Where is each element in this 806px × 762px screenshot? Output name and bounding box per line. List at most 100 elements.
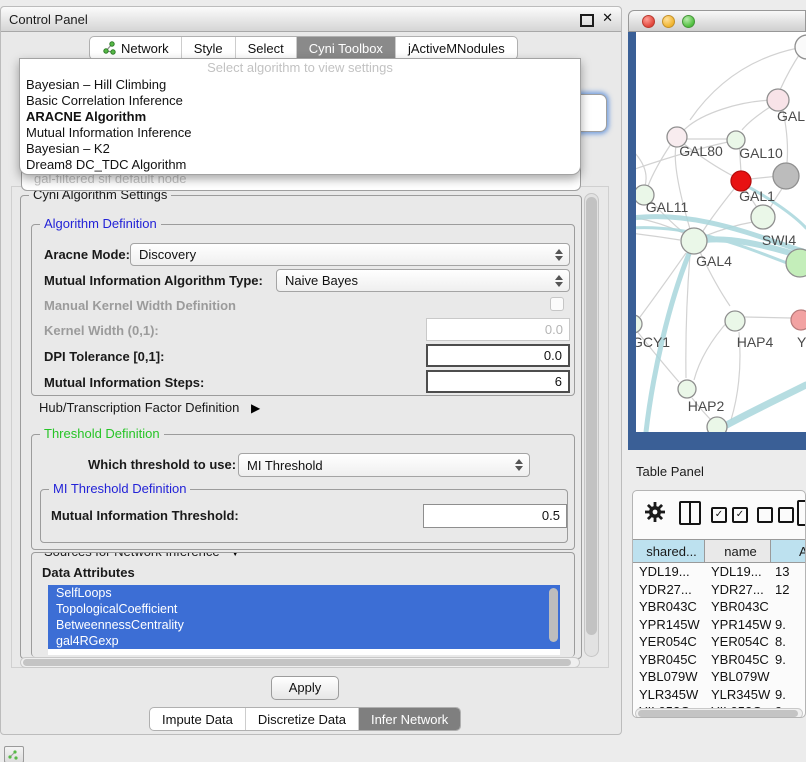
which-threshold-combo[interactable]: MI Threshold: [238, 453, 530, 477]
split-columns-icon[interactable]: [679, 501, 701, 525]
dropdown-item-mutual-information[interactable]: Mutual Information Inference: [20, 125, 580, 141]
close-icon[interactable]: ✕: [602, 10, 613, 26]
cell-shared-name: YLR345W: [633, 687, 705, 702]
node-gal1[interactable]: [751, 205, 775, 229]
table-row[interactable]: YBR043C YBR043C: [633, 598, 806, 616]
tab-discretize-data[interactable]: Discretize Data: [245, 708, 358, 730]
float-window-icon[interactable]: [580, 14, 594, 27]
tab-select[interactable]: Select: [235, 37, 296, 59]
label-gcy1: GCY1: [636, 334, 670, 350]
mac-close-icon[interactable]: [642, 15, 655, 28]
label-swi4: SWI4: [762, 232, 796, 248]
manual-kernel-width-label: Manual Kernel Width Definition: [44, 298, 236, 313]
tab-jactivemnodules[interactable]: jActiveMNodules: [395, 37, 517, 59]
table-panel-title: Table Panel: [636, 464, 704, 479]
mac-zoom-icon[interactable]: [682, 15, 695, 28]
column-header-name[interactable]: name: [705, 540, 771, 562]
tab-style[interactable]: Style: [181, 37, 235, 59]
manual-kernel-width-checkbox[interactable]: [550, 297, 564, 311]
cell-name: YER054C: [705, 634, 771, 649]
select-all-checkboxes-icon[interactable]: ✓ ✓: [711, 507, 748, 523]
cell-value: 13: [771, 564, 806, 579]
sources-group-title[interactable]: Sources for Network Inference ▼: [40, 552, 245, 559]
edges-teal: [636, 183, 806, 432]
new-table-icon[interactable]: [797, 500, 806, 526]
cell-value: 9.: [771, 617, 806, 632]
node-gal4[interactable]: [681, 228, 707, 254]
table-row[interactable]: YBL079W YBL079W: [633, 668, 806, 686]
list-item-betweennesscentrality[interactable]: BetweennessCentrality: [48, 617, 560, 633]
settings-horizontal-scrollbar[interactable]: [20, 657, 580, 668]
tab-infer-network-label: Infer Network: [371, 712, 448, 727]
network-window-titlebar[interactable]: [628, 10, 806, 32]
node-partial-top[interactable]: [795, 35, 806, 59]
tab-cyni-toolbox-label: Cyni Toolbox: [309, 41, 383, 56]
column-header-partial[interactable]: A: [771, 540, 806, 562]
dpi-tolerance-field[interactable]: 0.0: [426, 344, 570, 367]
table-header-row: shared... name A: [633, 539, 806, 563]
cell-shared-name: YDR27...: [633, 582, 705, 597]
control-panel-tabbar: Network Style Select Cyni Toolbox jActiv…: [89, 36, 518, 60]
tab-infer-network[interactable]: Infer Network: [358, 708, 460, 730]
tab-network-label: Network: [121, 41, 169, 56]
cell-shared-name: YER054C: [633, 634, 705, 649]
settings-vertical-scrollbar-thumb[interactable]: [586, 197, 597, 635]
node-hap2[interactable]: [678, 380, 696, 398]
dropdown-item-basic-correlation[interactable]: Basic Correlation Inference: [20, 93, 580, 109]
node-hap4[interactable]: [725, 311, 745, 331]
node-gcy1[interactable]: [636, 315, 642, 333]
settings-vertical-scrollbar[interactable]: [584, 193, 599, 657]
mi-algorithm-type-label: Mutual Information Algorithm Type:: [44, 273, 263, 288]
mi-steps-label: Mutual Information Steps:: [44, 375, 204, 390]
list-item-gal4rgexp[interactable]: gal4RGexp: [48, 633, 560, 649]
control-panel-window: Control Panel ✕ Network Style Select Cyn…: [0, 6, 622, 735]
node-partial-bottom[interactable]: [707, 417, 727, 432]
aracne-mode-combo[interactable]: Discovery: [130, 243, 570, 266]
dropdown-item-dream8[interactable]: Dream8 DC_TDC Algorithm: [20, 157, 580, 173]
mi-algorithm-type-combo[interactable]: Naive Bayes: [276, 269, 570, 292]
control-panel-titlebar: Control Panel ✕: [1, 7, 621, 32]
mi-steps-field[interactable]: 6: [426, 370, 570, 393]
mac-minimize-icon[interactable]: [662, 15, 675, 28]
settings-horizontal-scrollbar-thumb[interactable]: [23, 659, 571, 666]
node-gray[interactable]: [773, 163, 799, 189]
list-item-selfloops[interactable]: SelfLoops: [48, 585, 560, 601]
network-icon: [102, 41, 116, 55]
list-scrollbar-thumb[interactable]: [549, 588, 558, 642]
mi-algorithm-type-value: Naive Bayes: [285, 273, 358, 288]
table-horizontal-scrollbar[interactable]: [635, 708, 803, 718]
column-header-shared[interactable]: shared...: [633, 540, 705, 562]
which-threshold-value: MI Threshold: [247, 458, 323, 473]
table-row[interactable]: YBR045C YBR045C 9.: [633, 651, 806, 669]
tab-network[interactable]: Network: [90, 37, 181, 59]
kernel-width-label: Kernel Width (0,1):: [44, 323, 159, 338]
list-item-topologicalcoefficient[interactable]: TopologicalCoefficient: [48, 601, 560, 617]
stepper-arrows-icon: [555, 249, 563, 261]
node-salmon-y[interactable]: [791, 310, 806, 330]
tab-select-label: Select: [248, 41, 284, 56]
tab-impute-data[interactable]: Impute Data: [150, 708, 245, 730]
sources-group: Sources for Network Inference ▼ Data Att…: [31, 552, 575, 657]
table-row[interactable]: YDR27... YDR27... 12: [633, 581, 806, 599]
mi-threshold-field[interactable]: 0.5: [423, 504, 567, 528]
apply-button[interactable]: Apply: [271, 676, 339, 700]
deselect-all-checkboxes-icon[interactable]: [757, 507, 794, 523]
table-row[interactable]: YLR345W YLR345W 9.: [633, 686, 806, 704]
dropdown-item-aracne[interactable]: ARACNE Algorithm: [20, 109, 580, 125]
minimized-panel-button[interactable]: [4, 746, 24, 762]
dropdown-item-bayesian-hill-climbing[interactable]: Bayesian – Hill Climbing: [20, 77, 580, 93]
label-hap2: HAP2: [688, 398, 725, 414]
network-graph: GAL GAL80 GAL10 GAL1 GAL11 GAL4 SWI4 GCY…: [636, 32, 806, 432]
table-row[interactable]: YER054C YER054C 8.: [633, 633, 806, 651]
gear-icon[interactable]: [645, 502, 665, 527]
hub-tf-definition-toggle[interactable]: Hub/Transcription Factor Definition ▶: [39, 400, 260, 415]
cyni-bottom-tabbar: Impute Data Discretize Data Infer Networ…: [149, 707, 461, 731]
tab-cyni-toolbox[interactable]: Cyni Toolbox: [296, 37, 395, 59]
table-horizontal-scrollbar-thumb[interactable]: [638, 710, 798, 717]
table-row[interactable]: YDL19... YDL19... 13: [633, 563, 806, 581]
network-canvas[interactable]: GAL GAL80 GAL10 GAL1 GAL11 GAL4 SWI4 GCY…: [636, 32, 806, 432]
dropdown-item-bayesian-k2[interactable]: Bayesian – K2: [20, 141, 580, 157]
label-gal4: GAL4: [696, 253, 732, 269]
table-row[interactable]: YPR145W YPR145W 9.: [633, 616, 806, 634]
kernel-width-field[interactable]: 0.0: [426, 318, 570, 341]
